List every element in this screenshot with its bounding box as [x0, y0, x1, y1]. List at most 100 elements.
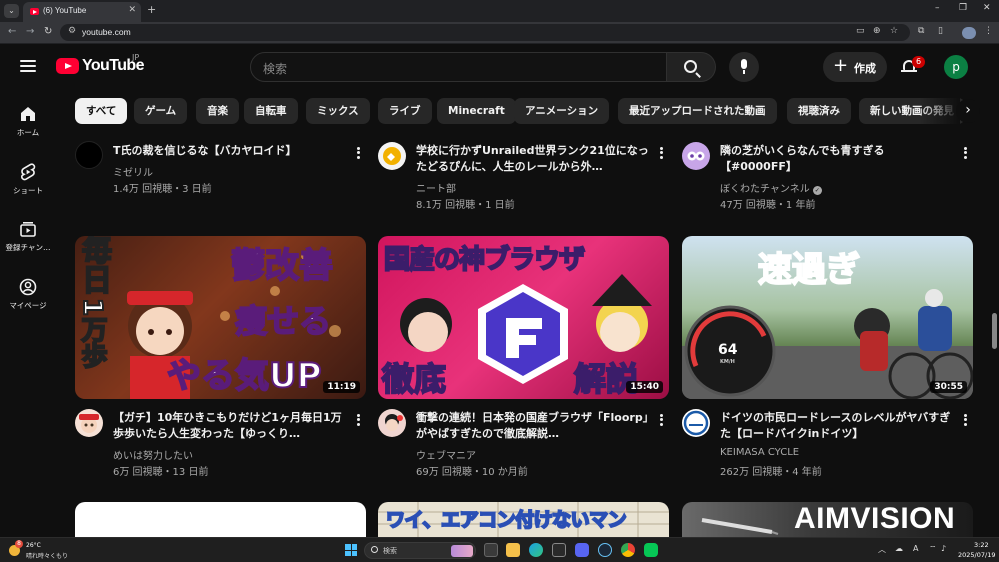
line-app-icon[interactable]: [644, 543, 658, 557]
chip-minecraft[interactable]: Minecraft: [437, 98, 516, 124]
search-button[interactable]: [667, 52, 716, 82]
onedrive-icon[interactable]: ☁: [895, 544, 903, 553]
bookmark-star-icon[interactable]: ☆: [890, 26, 898, 36]
chip-all[interactable]: すべて: [75, 98, 128, 124]
weather-condition[interactable]: 晴れ時々くもり: [26, 551, 68, 560]
voice-search-button[interactable]: [729, 52, 759, 82]
guide-item-you[interactable]: マイページ: [0, 277, 56, 311]
create-button[interactable]: + 作成: [823, 52, 887, 82]
chrome-icon[interactable]: [621, 543, 635, 557]
country-code: JP: [132, 53, 140, 62]
more-actions-icon[interactable]: [354, 412, 362, 428]
tab-close-icon[interactable]: ✕: [128, 5, 136, 15]
side-panel-icon[interactable]: ▯: [938, 26, 943, 36]
channel-avatar[interactable]: [682, 142, 710, 170]
thumbnail-text: 毎日: [75, 236, 112, 295]
video-thumbnail[interactable]: 速過ぎ 64 KM/H 30:55: [682, 236, 973, 399]
wifi-icon[interactable]: ⌔: [929, 544, 937, 554]
menu-hamburger-icon[interactable]: [20, 60, 36, 72]
store-icon[interactable]: [552, 543, 566, 557]
channel-avatar[interactable]: [682, 409, 710, 437]
more-actions-icon[interactable]: [657, 412, 665, 428]
more-actions-icon[interactable]: [657, 145, 665, 161]
video-title[interactable]: ドイツの市民ロードレースのレベルがヤバすぎた【ロードバイクinドイツ】: [720, 410, 955, 442]
scrollbar-thumb[interactable]: [992, 313, 997, 349]
browser-tab-youtube[interactable]: (6) YouTube ✕: [23, 2, 141, 22]
speedometer-value: 64: [718, 342, 738, 358]
chip-watched[interactable]: 視聴済み: [787, 98, 851, 124]
video-duration: 30:55: [930, 381, 967, 393]
chip-music[interactable]: 音楽: [196, 98, 239, 124]
account-avatar[interactable]: p: [944, 55, 968, 79]
chip-games[interactable]: ゲーム: [134, 98, 188, 124]
channel-name[interactable]: ぼくわたチャンネル ✓: [720, 180, 822, 195]
more-actions-icon[interactable]: [354, 145, 362, 161]
chip-recently-uploaded[interactable]: 最近アップロードされた動画: [618, 98, 777, 124]
channel-avatar[interactable]: [378, 409, 406, 437]
chip-mix[interactable]: ミックス: [306, 98, 370, 124]
video-title[interactable]: 学校に行かずUnrailed世界ランク21位になったどるぴんに、人生のレールから…: [416, 143, 651, 175]
channel-avatar[interactable]: [75, 141, 103, 169]
chip-live[interactable]: ライブ: [378, 98, 432, 124]
guide-item-shorts[interactable]: ショート: [0, 162, 56, 196]
more-actions-icon[interactable]: [961, 145, 969, 161]
minimize-button[interactable]: –: [935, 3, 940, 13]
youtube-logo-icon[interactable]: [56, 58, 79, 74]
more-actions-icon[interactable]: [961, 412, 969, 428]
site-info-icon[interactable]: ⚙: [68, 26, 76, 36]
windows-taskbar: 8 26°C 晴れ時々くもり 検索 ︿ ☁ A ⌔ ♪ 3:22 2025/07…: [0, 537, 999, 562]
file-explorer-icon[interactable]: [506, 543, 520, 557]
windows-start-icon[interactable]: [345, 544, 357, 556]
cast-icon[interactable]: ▭: [856, 26, 865, 36]
thumbnail-text: ワイ、エアコン付けないマン: [385, 508, 628, 532]
video-title[interactable]: 隣の芝がいくらなんでも青すぎる【#0000FF】: [720, 143, 955, 175]
reload-icon[interactable]: ↻: [44, 26, 52, 37]
channel-name[interactable]: ミゼリル: [113, 164, 153, 179]
guide-item-subscriptions[interactable]: 登録チャン…: [0, 219, 56, 253]
video-title[interactable]: T氏の裁を信じるな【バカヤロイド】: [113, 143, 348, 159]
chip-cycling[interactable]: 自転車: [244, 98, 298, 124]
address-url: youtube.com: [82, 27, 131, 37]
weather-temperature[interactable]: 26°C: [26, 542, 41, 549]
video-title[interactable]: 【ガチ】10年ひきこもりだけど1ヶ月毎日1万歩歩いたら人生変わった【ゆっくり…: [113, 410, 348, 442]
search-input[interactable]: 検索: [250, 52, 667, 82]
clock-date[interactable]: 2025/07/19: [958, 551, 995, 559]
close-window-button[interactable]: ✕: [983, 3, 991, 13]
ime-indicator[interactable]: A: [913, 544, 918, 553]
browser-profile-avatar[interactable]: [962, 27, 976, 39]
channel-avatar[interactable]: [378, 142, 406, 170]
weather-badge: 8: [15, 540, 23, 548]
discord-icon[interactable]: [575, 543, 589, 557]
channel-name[interactable]: KEIMASA CYCLE: [720, 447, 799, 458]
address-bar[interactable]: ⚙ youtube.com ▭ ⊕ ☆: [60, 24, 910, 41]
clock-time[interactable]: 3:22: [974, 541, 989, 549]
chip-animation[interactable]: アニメーション: [514, 98, 610, 124]
video-thumbnail[interactable]: 国産の神ブラウザ 徹底 解説 15:40: [378, 236, 669, 399]
speaker-icon[interactable]: ♪: [941, 544, 946, 553]
new-tab-button[interactable]: +: [147, 3, 156, 16]
back-arrow-icon[interactable]: ←: [8, 26, 16, 37]
video-title[interactable]: 衝撃の連続！日本発の国産ブラウザ「Floorp」がやばすぎたので徹底解説…: [416, 410, 651, 442]
task-view-icon[interactable]: [484, 543, 498, 557]
zoom-icon[interactable]: ⊕: [873, 26, 881, 36]
extensions-icon[interactable]: ⧉: [918, 26, 924, 36]
maximize-button[interactable]: ❐: [959, 3, 967, 13]
edge-browser-icon[interactable]: [529, 543, 543, 557]
guide-item-home[interactable]: ホーム: [0, 104, 56, 138]
channel-name[interactable]: ニート部: [416, 180, 456, 195]
thumbnail-text: 速過ぎ: [757, 249, 861, 291]
browser-menu-icon[interactable]: ⋮: [984, 26, 993, 36]
video-thumbnail[interactable]: AIMVISION: [682, 502, 973, 537]
tab-search-button[interactable]: ⌄: [4, 4, 19, 18]
video-thumbnail[interactable]: 毎日 1万歩 鬱改善 痩せる やる気UP 11:19: [75, 236, 366, 399]
taskbar-search[interactable]: 検索: [364, 542, 476, 559]
chip-scroll-right-icon[interactable]: ›: [956, 99, 980, 123]
channel-avatar[interactable]: [75, 409, 103, 437]
forward-arrow-icon[interactable]: →: [26, 26, 34, 37]
tray-overflow-icon[interactable]: ︿: [878, 544, 886, 555]
video-thumbnail[interactable]: [75, 502, 366, 537]
channel-name[interactable]: ウェブマニア: [416, 447, 476, 462]
steam-icon[interactable]: [598, 543, 612, 557]
channel-name[interactable]: めいは努力したい: [113, 447, 193, 462]
video-thumbnail[interactable]: ワイ、エアコン付けないマン: [378, 502, 669, 537]
